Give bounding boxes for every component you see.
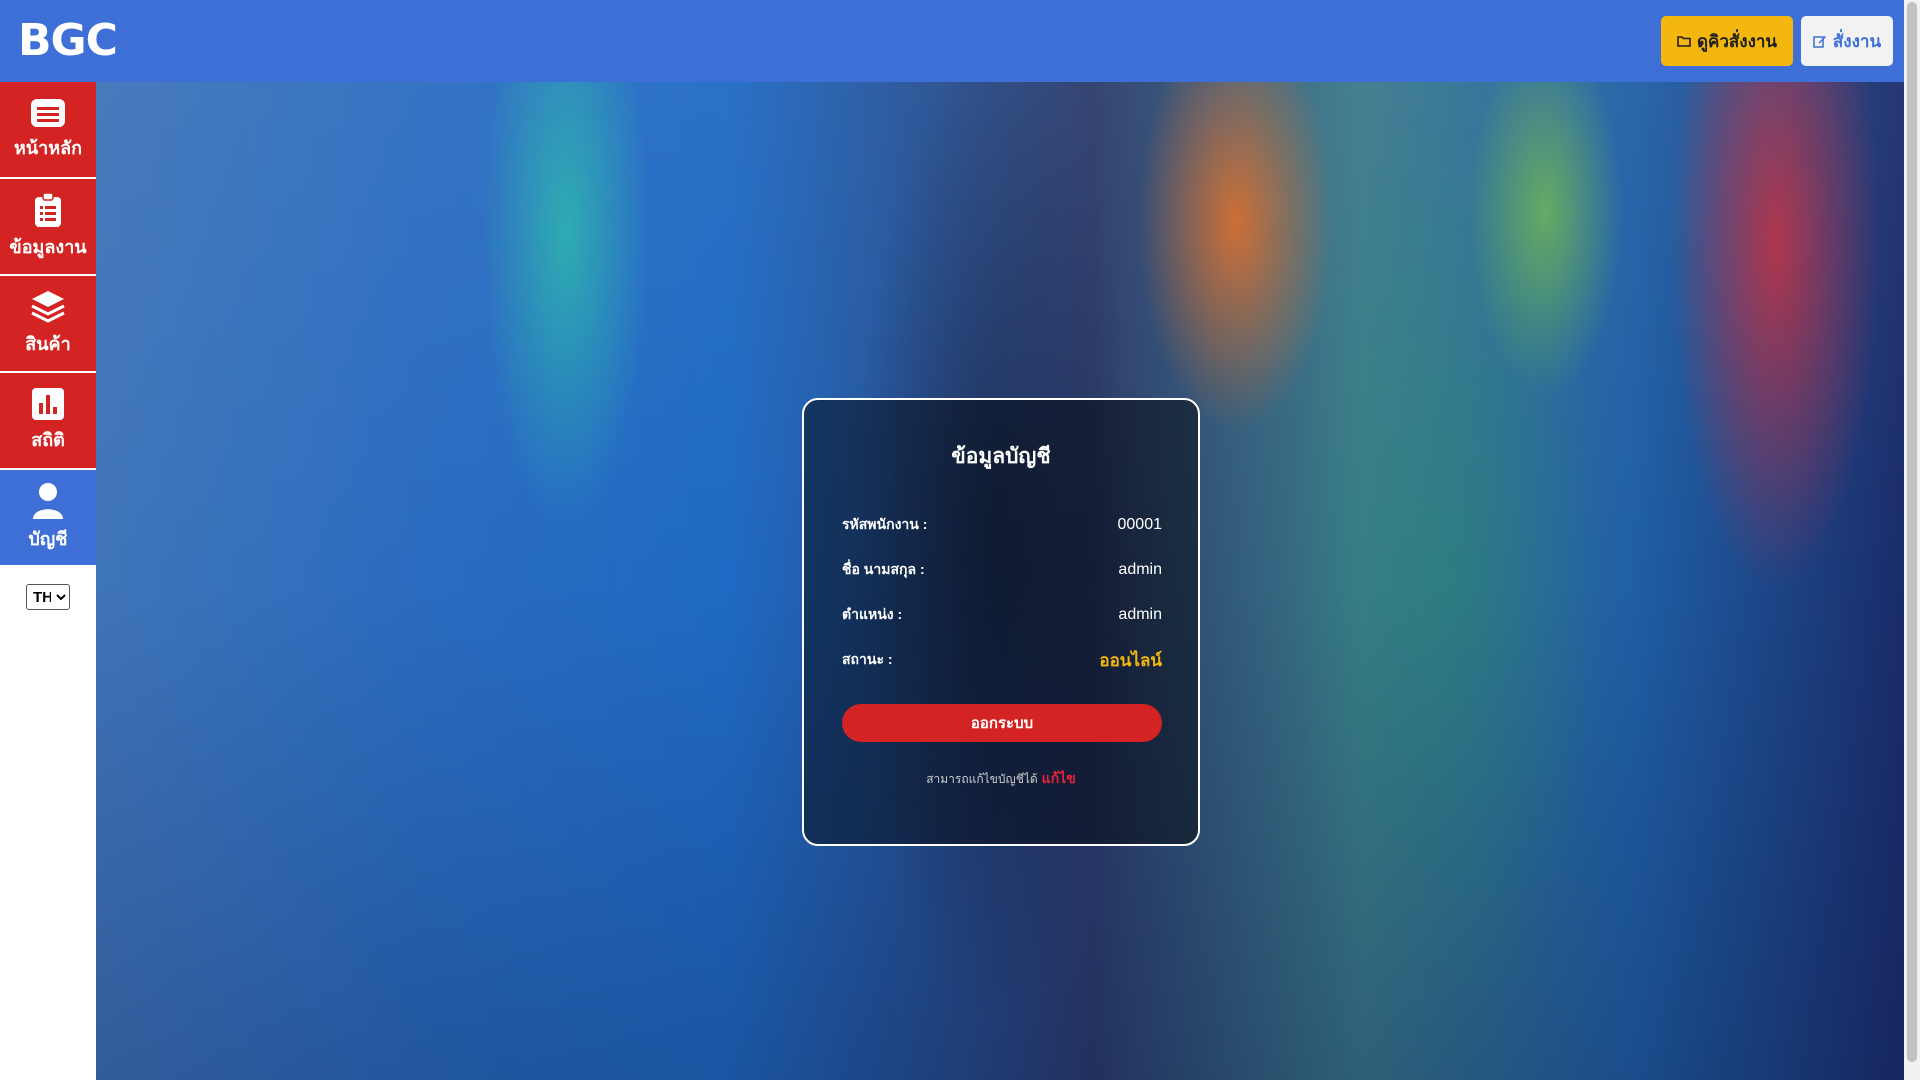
logout-button[interactable]: ออกระบบ [842, 704, 1162, 742]
card-title: ข้อมูลบัญชี [951, 445, 1051, 468]
sidebar-item-statistics[interactable]: สถิติ [0, 373, 96, 469]
edit-account-link[interactable]: แก้ไข [1042, 770, 1076, 786]
status-badge: ออนไลน์ [1099, 650, 1162, 670]
full-name-label: ชื่อ นามสกุล : [842, 561, 925, 577]
full-name-row: ชื่อ นามสกุล : admin [842, 558, 1162, 582]
clipboard-icon [35, 192, 61, 227]
layers-icon [31, 291, 65, 323]
top-bar: BGC ดูคิวสั่งงาน สั่งงาน [0, 0, 1904, 82]
employee-id-label: รหัสพนักงาน : [842, 516, 928, 532]
edit-account-note: สามารถแก้ไขบัญชีได้ แก้ไข [804, 768, 1198, 790]
account-info-card: ข้อมูลบัญชี รหัสพนักงาน : 00001 ชื่อ นาม… [802, 398, 1200, 846]
folder-icon [1677, 36, 1691, 47]
edit-icon [1813, 36, 1826, 48]
logo[interactable]: BGC [18, 16, 118, 66]
sidebar-item-account[interactable]: บัญชี [0, 470, 96, 566]
sidebar-item-home[interactable]: หน้าหลัก [0, 82, 96, 178]
employee-id-row: รหัสพนักงาน : 00001 [842, 513, 1162, 537]
home-icon [31, 99, 65, 127]
sidebar-item-label: หน้าหลัก [13, 138, 83, 158]
sidebar-item-products[interactable]: สินค้า [0, 276, 96, 372]
sidebar: หน้าหลัก ข้อมูลงาน สินค้า สถิติ บัญชี TH [0, 82, 96, 1080]
position-label: ตำแหน่ง : [842, 606, 903, 622]
position-value: admin [1118, 606, 1162, 623]
edit-account-text: สามารถแก้ไขบัญชีได้ [926, 772, 1038, 786]
position-row: ตำแหน่ง : admin [842, 603, 1162, 627]
full-name-value: admin [1118, 561, 1162, 578]
employee-id-value: 00001 [1117, 516, 1163, 533]
bar-chart-icon [32, 388, 64, 420]
view-order-queue-label: ดูคิวสั่งงาน [1696, 31, 1778, 51]
place-order-label: สั่งงาน [1832, 31, 1882, 51]
sidebar-item-label: บัญชี [28, 529, 68, 549]
scrollbar-thumb[interactable] [1907, 2, 1917, 1062]
place-order-button[interactable]: สั่งงาน [1801, 16, 1893, 66]
sidebar-item-label: สถิติ [31, 430, 65, 450]
sidebar-item-job-info[interactable]: ข้อมูลงาน [0, 179, 96, 275]
sidebar-item-label: ข้อมูลงาน [9, 237, 87, 257]
status-row: สถานะ : ออนไลน์ [842, 648, 1162, 672]
sidebar-item-label: สินค้า [25, 334, 71, 354]
user-icon [33, 483, 63, 519]
status-label: สถานะ : [842, 651, 893, 667]
language-select[interactable]: TH [26, 584, 70, 610]
view-order-queue-button[interactable]: ดูคิวสั่งงาน [1661, 16, 1793, 66]
